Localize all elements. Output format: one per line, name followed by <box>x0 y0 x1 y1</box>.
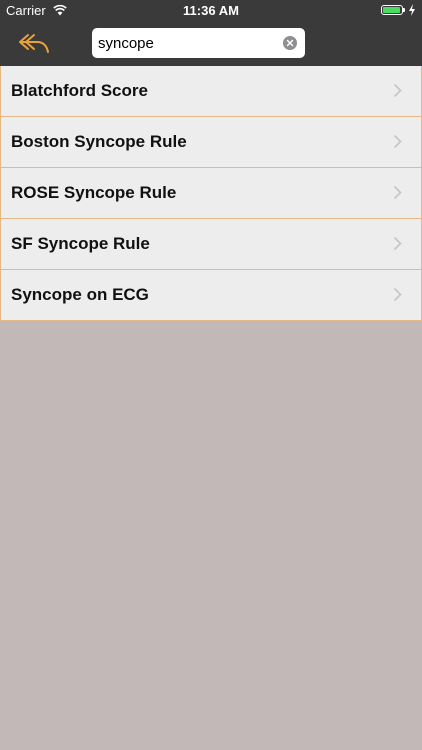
chevron-right-icon <box>393 83 402 98</box>
chevron-right-icon <box>393 185 402 200</box>
battery-level-fill <box>383 7 401 13</box>
list-item[interactable]: ROSE Syncope Rule <box>0 168 422 219</box>
chevron-right-icon <box>393 134 402 149</box>
search-input[interactable] <box>98 33 278 53</box>
battery-icon <box>381 5 403 15</box>
battery-tip <box>403 8 405 12</box>
list-item[interactable]: SF Syncope Rule <box>0 219 422 270</box>
list-item[interactable]: Syncope on ECG <box>0 270 422 321</box>
chevron-right-icon <box>393 287 402 302</box>
chevron-right-icon <box>393 236 402 251</box>
list-item[interactable]: Boston Syncope Rule <box>0 117 422 168</box>
status-bar: Carrier 11:36 AM <box>0 0 422 22</box>
results-list: Blatchford Score Boston Syncope Rule ROS… <box>0 66 422 321</box>
back-button[interactable] <box>15 28 55 58</box>
list-item-label: Boston Syncope Rule <box>11 132 187 151</box>
clock-time: 11:36 AM <box>183 3 239 18</box>
list-item-label: Syncope on ECG <box>11 285 149 304</box>
list-item-label: SF Syncope Rule <box>11 234 150 253</box>
list-item-label: ROSE Syncope Rule <box>11 183 177 202</box>
clear-circle-icon[interactable] <box>283 36 297 50</box>
list-item[interactable]: Blatchford Score <box>0 66 422 117</box>
navigation-header: Carrier 11:36 AM <box>0 0 422 66</box>
list-item-label: Blatchford Score <box>11 81 148 100</box>
search-field[interactable] <box>92 28 305 58</box>
reply-arrow-icon <box>19 34 49 53</box>
charging-bolt-icon <box>409 4 415 16</box>
